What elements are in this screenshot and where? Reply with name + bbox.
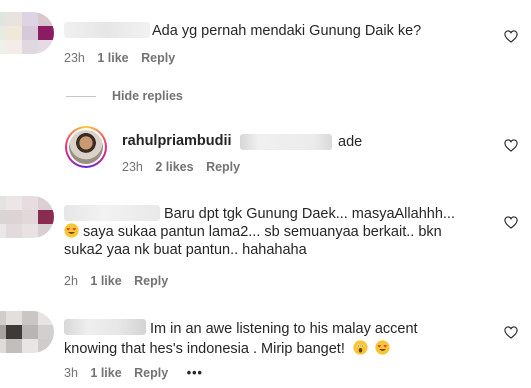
comment-text-line-2: saya sukaa pantun lama2... sb semuanyaa … [64, 223, 504, 241]
mention-redacted [240, 134, 332, 150]
like-count[interactable]: 1 like [90, 366, 121, 380]
reply-button[interactable]: Reply [141, 51, 175, 65]
comment-time: 3h [64, 366, 78, 380]
smiling-face-with-heart-eyes-icon [375, 340, 390, 355]
username[interactable]: rahulpriambudii [122, 133, 232, 149]
avatar[interactable] [0, 196, 54, 238]
smiling-face-with-heart-eyes-icon [64, 223, 79, 238]
divider [66, 96, 96, 97]
comment-time: 23h [64, 51, 85, 65]
avatar[interactable] [0, 12, 54, 54]
comment-text-line-1: Baru dpt tgk Gunung Daek... masyaAllahhh… [164, 206, 455, 222]
reply-button[interactable]: Reply [134, 274, 168, 288]
like-count[interactable]: 1 like [97, 51, 128, 65]
comment-text-line-2-text: knowing that hes's indonesia . Mirip ban… [64, 341, 345, 357]
reply-button[interactable]: Reply [206, 160, 240, 174]
heart-outline-icon[interactable] [504, 216, 518, 229]
like-count[interactable]: 1 like [90, 274, 121, 288]
avatar [69, 130, 103, 164]
face-screaming-icon [353, 340, 368, 355]
comment-text: Baru dpt tgk Gunung Daek... masyaAllahhh… [64, 205, 504, 259]
heart-outline-icon[interactable] [504, 326, 518, 339]
avatar[interactable] [0, 311, 54, 353]
avatar-story-ring[interactable] [65, 126, 107, 168]
comment-text-line-2: knowing that hes's indonesia . Mirip ban… [64, 340, 504, 358]
comment-text-line-2-text: saya sukaa pantun lama2... sb semuanyaa … [83, 224, 442, 240]
comment-time: 2h [64, 274, 78, 288]
comment-text-line-3: suka2 yaa nk buat pantun.. hahahaha [64, 242, 307, 258]
like-count[interactable]: 2 likes [155, 160, 193, 174]
comment-text-line-1: Im in an awe listening to his malay acce… [150, 321, 418, 337]
comment-time: 23h [122, 160, 143, 174]
comment-meta: 3h 1 like Reply ••• [64, 366, 212, 380]
heart-outline-icon[interactable] [504, 30, 518, 43]
comment-text: Ada yg pernah mendaki Gunung Daik ke? [152, 23, 422, 39]
more-options-icon[interactable]: ••• [187, 366, 203, 380]
comment-meta: 23h 2 likes Reply [122, 160, 249, 174]
reply-button[interactable]: Reply [134, 366, 168, 380]
hide-replies-button[interactable]: Hide replies [112, 89, 183, 103]
username-redacted [64, 22, 150, 38]
comment-meta: 23h 1 like Reply [64, 51, 184, 65]
comment-text: ade [338, 134, 363, 150]
heart-outline-icon[interactable] [504, 139, 518, 152]
comment-meta: 2h 1 like Reply [64, 274, 177, 288]
comment-text: Im in an awe listening to his malay acce… [64, 320, 504, 358]
